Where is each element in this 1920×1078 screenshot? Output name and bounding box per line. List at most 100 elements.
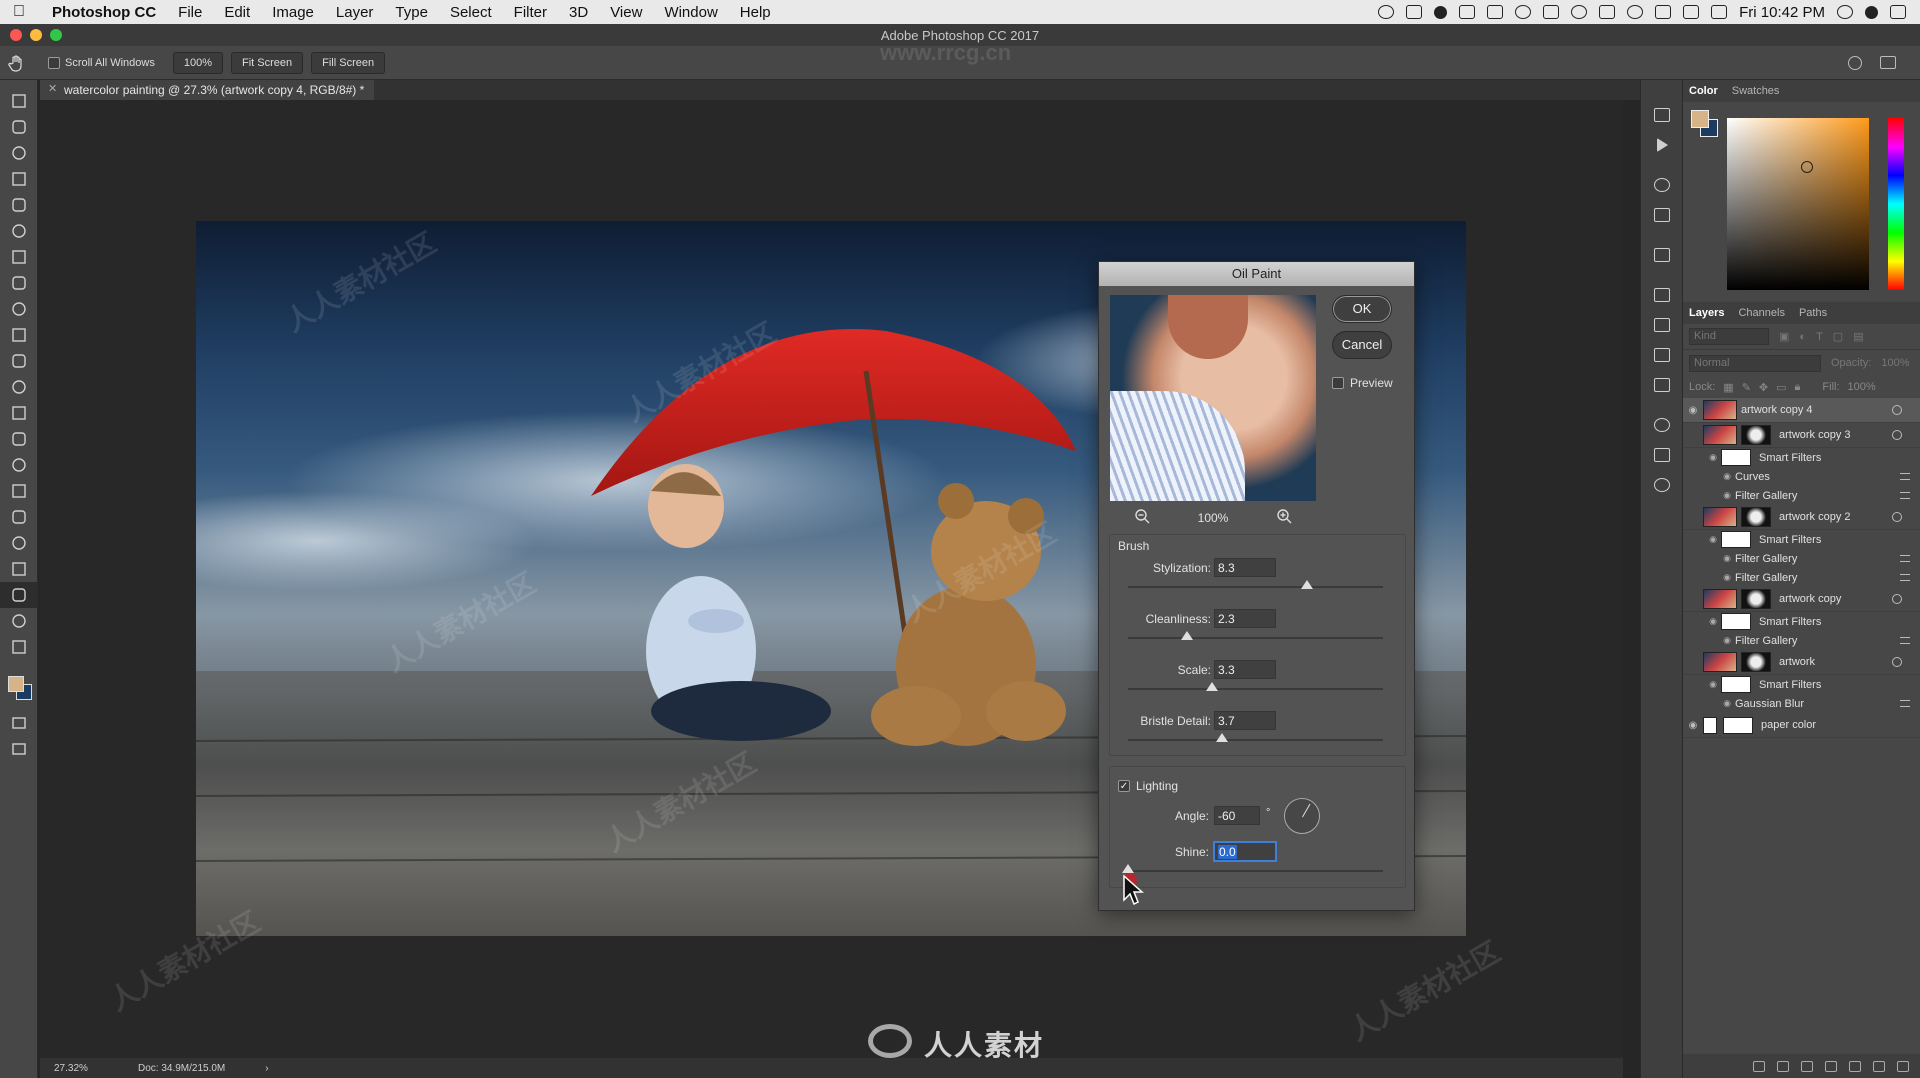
smart-filters-row[interactable]: ◉ Smart Filters [1683,612,1920,631]
eye-icon[interactable]: ◉ [1683,405,1703,416]
zoom-in-icon[interactable] [1276,508,1292,527]
quick-select-tool-icon[interactable] [0,166,38,192]
hue-slider[interactable] [1888,118,1904,290]
param-slider-track[interactable] [1128,637,1383,639]
screenshot-icon[interactable] [1406,5,1423,19]
volume-icon[interactable] [1683,5,1700,19]
layer-row[interactable]: artwork copy [1683,587,1920,612]
layer-row[interactable]: artwork copy 2 [1683,505,1920,530]
marquee-tool-icon[interactable] [0,114,38,140]
lock-all-icon[interactable]: 🔒︎ [1795,381,1801,394]
libraries-icon[interactable] [1641,470,1683,500]
clone-source-icon[interactable] [1641,240,1683,270]
new-group-icon[interactable] [1849,1060,1861,1072]
filter-eye-icon[interactable]: ◉ [1683,534,1721,545]
record-icon[interactable] [1434,5,1448,19]
param-slider-thumb[interactable] [1206,682,1219,691]
info-icon[interactable] [1641,410,1683,440]
lock-transparent-icon[interactable]: ▦ [1723,381,1733,394]
filter-eye-icon[interactable]: ◉ [1683,698,1735,709]
filter-eye-icon[interactable]: ◉ [1683,679,1721,690]
filter-blending-options-icon[interactable] [1900,637,1910,644]
layer-style-icon[interactable] [1777,1060,1789,1072]
lock-paint-icon[interactable]: ✎ [1742,381,1751,394]
menu-view[interactable]: View [599,4,653,21]
histogram-icon[interactable] [1641,200,1683,230]
filter-eye-icon[interactable]: ◉ [1683,572,1735,583]
actions-play-icon[interactable] [1641,130,1683,160]
param-slider-thumb[interactable] [1180,631,1193,640]
blur-tool-icon[interactable] [0,426,38,452]
search-icon[interactable] [1848,56,1862,70]
dialog-preview-image[interactable] [1110,295,1316,501]
tab-color[interactable]: Color [1689,85,1718,97]
app-menu[interactable]: Photoshop CC [38,4,167,21]
apple-icon[interactable]:  [0,3,38,21]
fill-value[interactable]: 100% [1848,381,1876,393]
chevron-right-icon[interactable]: › [265,1063,268,1074]
fill-screen-button[interactable]: Fill Screen [311,51,386,74]
navigator-icon[interactable] [1641,440,1683,470]
crop-tool-icon[interactable] [0,192,38,218]
wifi-icon[interactable] [1627,5,1644,19]
eyedropper-tool-icon[interactable] [0,218,38,244]
cancel-button[interactable]: Cancel [1332,331,1392,359]
brush-tool-icon[interactable] [0,296,38,322]
screen-mode-icon[interactable] [0,736,38,762]
fit-screen-button[interactable]: Fit Screen [231,51,304,74]
lock-artboard-icon[interactable]: ▭ [1776,381,1786,394]
param-input[interactable]: 8.3 [1214,558,1276,577]
shine-input[interactable]: 0.0 [1214,842,1276,861]
delete-layer-icon[interactable] [1897,1060,1909,1072]
filter-eye-icon[interactable]: ◉ [1683,471,1735,482]
zoom-100-button[interactable]: 100% [172,51,223,74]
foreground-color-swatch[interactable] [1691,110,1709,128]
shine-slider-track[interactable] [1128,870,1383,872]
smart-filters-row[interactable]: ◉ Smart Filters [1683,530,1920,549]
calendar-icon[interactable] [1711,5,1728,19]
status-zoom[interactable]: 27.32% [54,1063,124,1074]
smart-filter-row[interactable]: ◉ Filter Gallery [1683,631,1920,650]
lighting-option[interactable]: ✓ Lighting [1118,779,1178,793]
adjustment-layer-icon[interactable] [1825,1060,1837,1072]
document-tab[interactable]: ✕ watercolor painting @ 27.3% (artwork c… [40,80,375,100]
hand-tool-icon[interactable] [0,582,38,608]
layer-row[interactable]: artwork copy 3 [1683,423,1920,448]
filter-blending-options-icon[interactable] [1900,492,1910,499]
time-machine-icon[interactable] [1571,5,1588,19]
character-icon[interactable] [1641,340,1683,370]
brush-presets-icon[interactable] [1641,310,1683,340]
lasso-tool-icon[interactable] [0,140,38,166]
param-slider-thumb[interactable] [1216,733,1229,742]
more-tools-icon[interactable] [0,634,38,660]
filter-shape-icon[interactable]: ▢ [1833,330,1843,343]
angle-input[interactable]: -60 [1214,806,1260,825]
move-tool-icon[interactable] [0,88,38,114]
layer-row[interactable]: ◉ paper color [1683,713,1920,738]
tab-paths[interactable]: Paths [1799,307,1827,319]
properties-icon[interactable] [1641,280,1683,310]
smart-filter-row[interactable]: ◉ Filter Gallery [1683,549,1920,568]
smart-filters-row[interactable]: ◉ Smart Filters [1683,448,1920,467]
add-mask-icon[interactable] [1801,1060,1813,1072]
menu-type[interactable]: Type [384,4,439,21]
layer-row[interactable]: ◉ artwork copy 4 [1683,398,1920,423]
smart-filter-row[interactable]: ◉ Filter Gallery [1683,486,1920,505]
pen-tool-icon[interactable] [0,478,38,504]
link-layers-icon[interactable] [1753,1060,1765,1072]
smart-filter-row[interactable]: ◉ Filter Gallery [1683,568,1920,587]
ok-button[interactable]: OK [1332,295,1392,323]
param-slider-track[interactable] [1128,586,1383,588]
gradient-tool-icon[interactable] [0,400,38,426]
airplay-icon[interactable] [1655,5,1672,19]
tab-swatches[interactable]: Swatches [1732,85,1780,97]
frame-tool-icon[interactable] [0,244,38,270]
param-slider-track[interactable] [1128,739,1383,741]
eraser-tool-icon[interactable] [0,374,38,400]
filter-adjustment-icon[interactable]: ◐ [1799,331,1806,343]
paragraph-icon[interactable] [1641,370,1683,400]
angle-dial[interactable] [1284,798,1320,834]
menu-filter[interactable]: Filter [503,4,558,21]
filter-eye-icon[interactable]: ◉ [1683,490,1735,501]
path-selection-tool-icon[interactable] [0,530,38,556]
